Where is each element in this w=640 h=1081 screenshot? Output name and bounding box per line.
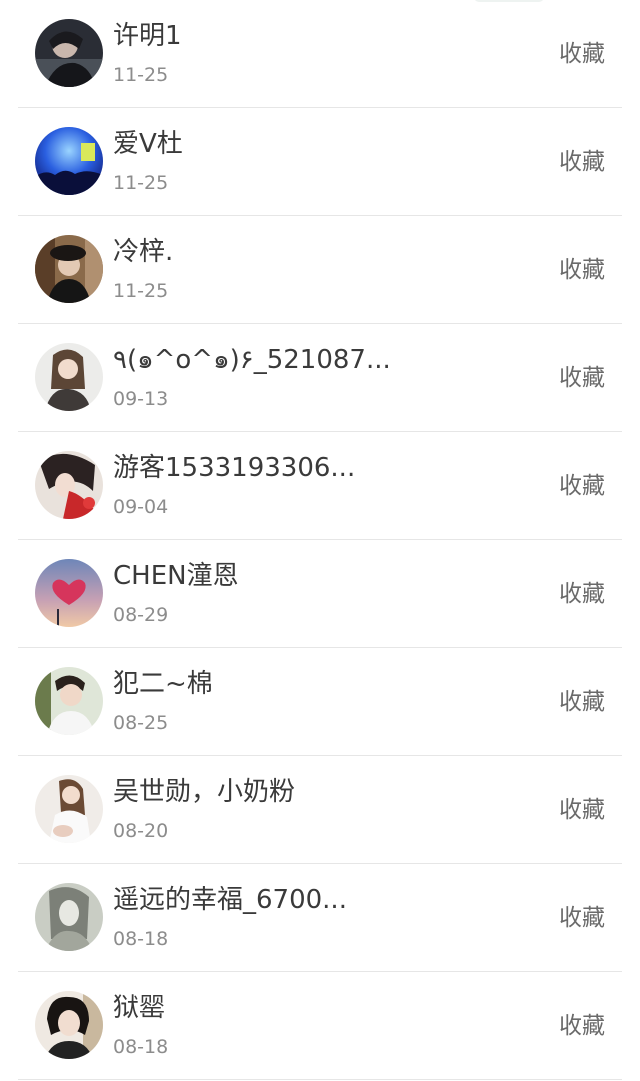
avatar[interactable] (35, 235, 103, 303)
user-name: 许明1 (113, 21, 182, 51)
avatar[interactable] (35, 775, 103, 843)
favorite-button[interactable]: 收藏 (559, 792, 605, 828)
timestamp: 09-04 (113, 496, 169, 518)
favorite-button[interactable]: 收藏 (559, 360, 605, 396)
list-item[interactable]: 许明1 11-25 收藏 (0, 0, 640, 108)
list-item[interactable]: CHEN潼恩 08-29 收藏 (0, 540, 640, 648)
timestamp: 11-25 (113, 172, 169, 194)
favorite-button[interactable]: 收藏 (559, 144, 605, 180)
list-item[interactable]: 狱罂 08-18 收藏 (0, 972, 640, 1080)
list-item[interactable]: 游客1533193306... 09-04 收藏 (0, 432, 640, 540)
avatar[interactable] (35, 451, 103, 519)
avatar[interactable] (35, 19, 103, 87)
avatar[interactable] (35, 127, 103, 195)
timestamp: 11-25 (113, 280, 169, 302)
timestamp: 11-25 (113, 64, 169, 86)
user-name: 遥远的幸福_6700... (113, 885, 347, 915)
avatar[interactable] (35, 883, 103, 951)
timestamp: 09-13 (113, 388, 169, 410)
timestamp: 08-18 (113, 1036, 169, 1058)
list-item[interactable]: 爱V杜 11-25 收藏 (0, 108, 640, 216)
favorite-button[interactable]: 收藏 (559, 900, 605, 936)
user-name: 犯二~棉 (113, 669, 213, 699)
user-name: 吴世勋，小奶粉 (113, 777, 296, 807)
list-item[interactable]: 冷梓. 11-25 收藏 (0, 216, 640, 324)
list-item[interactable]: 犯二~棉 08-25 收藏 (0, 648, 640, 756)
list-item[interactable]: 吴世勋，小奶粉 08-20 收藏 (0, 756, 640, 864)
list-item[interactable]: ٩(๑^o^๑)۶_521087... 09-13 收藏 (0, 324, 640, 432)
favorite-button[interactable]: 收藏 (559, 576, 605, 612)
timestamp: 08-18 (113, 928, 169, 950)
avatar[interactable] (35, 559, 103, 627)
list-item[interactable]: 遥远的幸福_6700... 08-18 收藏 (0, 864, 640, 972)
favorite-button[interactable]: 收藏 (559, 36, 605, 72)
favorite-button[interactable]: 收藏 (559, 468, 605, 504)
user-name: CHEN潼恩 (113, 561, 239, 591)
user-name: 爱V杜 (113, 129, 183, 159)
favorite-button[interactable]: 收藏 (559, 684, 605, 720)
user-name: 冷梓. (113, 237, 174, 267)
favorites-list: 许明1 11-25 收藏 爱V杜 11-25 收藏 冷梓. 11-25 收藏 ٩… (0, 0, 640, 1081)
avatar[interactable] (35, 991, 103, 1059)
favorite-button[interactable]: 收藏 (559, 252, 605, 288)
avatar[interactable] (35, 667, 103, 735)
user-name: ٩(๑^o^๑)۶_521087... (113, 345, 391, 375)
user-name: 狱罂 (113, 993, 166, 1023)
avatar[interactable] (35, 343, 103, 411)
user-name: 游客1533193306... (113, 453, 356, 483)
timestamp: 08-25 (113, 712, 169, 734)
timestamp: 08-29 (113, 604, 169, 626)
favorite-button[interactable]: 收藏 (559, 1008, 605, 1044)
timestamp: 08-20 (113, 820, 169, 842)
